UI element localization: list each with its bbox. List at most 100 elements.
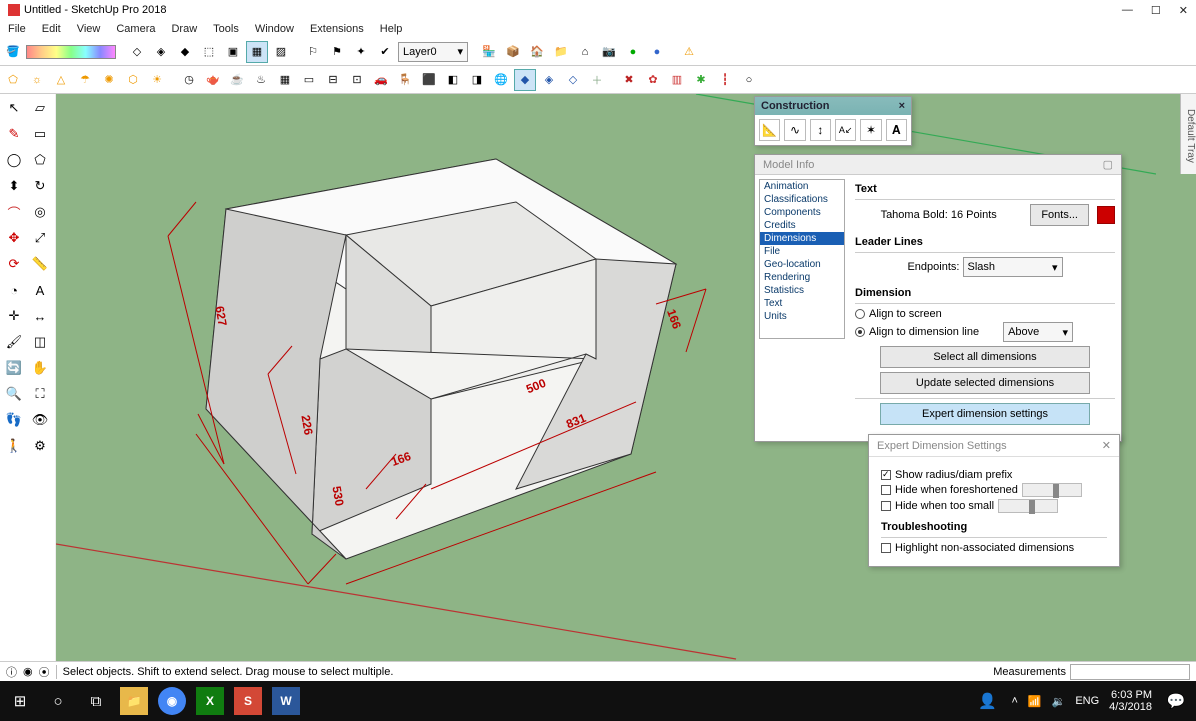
line-icon[interactable]: ✎ [2,122,26,146]
network-icon[interactable]: 📶 [1028,695,1042,708]
calendar-icon[interactable]: ▥ [666,69,688,91]
foreshort-slider[interactable] [1022,483,1082,497]
measurements-input[interactable] [1070,664,1190,680]
followme-icon[interactable]: ↻ [28,174,52,198]
start-icon[interactable]: ⊞ [6,687,34,715]
move-icon[interactable]: ✥ [2,226,26,250]
style-icon-1[interactable]: ◇ [126,41,148,63]
align-pos-select[interactable]: Above▾ [1003,322,1073,342]
cat-text[interactable]: Text [760,297,844,310]
misc-icon-1[interactable]: ⚐ [302,41,324,63]
layer-visible-icon[interactable]: ✔ [374,41,396,63]
house-icon[interactable]: 🏠 [526,41,548,63]
stool-icon[interactable]: 🪑 [394,69,416,91]
layer-select[interactable]: Layer0▾ [398,42,468,62]
word-icon[interactable]: W [272,687,300,715]
explorer-icon[interactable]: 📁 [120,687,148,715]
misc-icon-3[interactable]: ✦ [350,41,372,63]
volume-icon[interactable]: 🔉 [1052,695,1066,708]
axis-icon[interactable]: ✛ [2,304,26,328]
car-icon[interactable]: 🚗 [370,69,392,91]
sun3-icon[interactable]: ☀ [146,69,168,91]
material-swatch[interactable] [26,45,116,59]
cortana-icon[interactable]: ○ [44,687,72,715]
select-all-dimensions-button[interactable]: Select all dimensions [880,346,1090,368]
status-icon-2[interactable]: ◉ [23,665,33,678]
dim-color-swatch[interactable] [1097,206,1115,224]
steam-icon[interactable]: ♨ [250,69,272,91]
cube3-icon[interactable]: ◨ [466,69,488,91]
expert-dimension-dialog[interactable]: Expert Dimension Settings✕ Show radius/d… [868,434,1120,567]
cat-classifications[interactable]: Classifications [760,193,844,206]
window3-icon[interactable]: ⊡ [346,69,368,91]
hide-foreshortened-check[interactable]: Hide when foreshortened [881,483,1107,497]
update-selected-dimensions-button[interactable]: Update selected dimensions [880,372,1090,394]
sun-orange-icon[interactable]: ☼ [26,69,48,91]
text-tool-icon[interactable]: A↙ [835,119,856,141]
sketchup-icon[interactable]: S [234,687,262,715]
eraser-icon[interactable]: ▱ [28,96,52,120]
plus-icon[interactable]: ＋ [586,69,608,91]
polygon-icon[interactable]: ⬠ [28,148,52,172]
style-icon-3[interactable]: ◆ [174,41,196,63]
model-info-panel[interactable]: Model Info▢ Animation Classifications Co… [754,154,1122,442]
cat-components[interactable]: Components [760,206,844,219]
warehouse-icon[interactable]: 🏪 [478,41,500,63]
walk-icon[interactable]: 🚶 [2,434,26,458]
arc-icon[interactable]: ⌒ [2,200,26,224]
hide-small-check[interactable]: Hide when too small [881,499,1107,513]
zoom-extents-icon[interactable]: ⛶ [28,382,52,406]
viewport[interactable]: 627 226 166 530 500 831 166 Construction… [56,94,1196,661]
house2-icon[interactable]: ⌂ [574,41,596,63]
dimension-tool-icon[interactable]: ↕ [810,119,831,141]
minimize-icon[interactable]: — [1122,4,1133,17]
cat-statistics[interactable]: Statistics [760,284,844,297]
circle2-icon[interactable]: ○ [738,69,760,91]
clock-icon[interactable]: ◷ [178,69,200,91]
blue-dot-icon[interactable]: ● [646,41,668,63]
cube-blue1-icon[interactable]: ◆ [514,69,536,91]
axes-tool-icon[interactable]: ✶ [860,119,881,141]
align-screen-radio[interactable]: Align to screen [855,308,1115,320]
cube-icon[interactable]: ⬛ [418,69,440,91]
menu-draw[interactable]: Draw [167,23,201,35]
sun2-icon[interactable]: ✺ [98,69,120,91]
excel-icon[interactable]: X [196,687,224,715]
push-icon[interactable]: ⬍ [2,174,26,198]
circle-icon[interactable]: ◯ [2,148,26,172]
look-icon[interactable]: 👁 [28,408,52,432]
tray-chevron-icon[interactable]: ˄ [1011,695,1017,707]
shield-icon[interactable]: ⬠ [2,69,24,91]
cat-credits[interactable]: Credits [760,219,844,232]
input-lang[interactable]: ENG [1075,695,1099,707]
cat-units[interactable]: Units [760,310,844,323]
triangle-icon[interactable]: △ [50,69,72,91]
select-icon[interactable]: ↖ [2,96,26,120]
construction-line-icon[interactable]: ∿ [784,119,805,141]
gear-red-icon[interactable]: ✿ [642,69,664,91]
bars-icon[interactable]: ┇ [714,69,736,91]
style-icon-5[interactable]: ▣ [222,41,244,63]
spark-green-icon[interactable]: ✱ [690,69,712,91]
style-icon-4[interactable]: ⬚ [198,41,220,63]
window-icon[interactable]: ▭ [298,69,320,91]
menu-file[interactable]: File [4,23,30,35]
extra-icon[interactable]: ⚙ [28,434,52,458]
model-info-category-list[interactable]: Animation Classifications Components Cre… [759,179,845,339]
umbrella-icon[interactable]: ☂ [74,69,96,91]
tape-measure-icon[interactable]: 📐 [759,119,780,141]
cat-dimensions[interactable]: Dimensions [760,232,844,245]
cube2-icon[interactable]: ◧ [442,69,464,91]
protractor-icon[interactable]: ◔ [2,278,26,302]
component-icon[interactable]: 📦 [502,41,524,63]
menu-camera[interactable]: Camera [112,23,159,35]
globe-icon[interactable]: 🌐 [490,69,512,91]
expert-close-icon[interactable]: ✕ [1102,439,1111,452]
fonts-button[interactable]: Fonts... [1030,204,1089,226]
position-icon[interactable]: 👣 [2,408,26,432]
small-slider[interactable] [998,499,1058,513]
scale-icon[interactable]: ⤢ [28,226,52,250]
style-icon-7[interactable]: ▨ [270,41,292,63]
cube-blue3-icon[interactable]: ◇ [562,69,584,91]
people-icon[interactable]: 👤 [973,687,1001,715]
